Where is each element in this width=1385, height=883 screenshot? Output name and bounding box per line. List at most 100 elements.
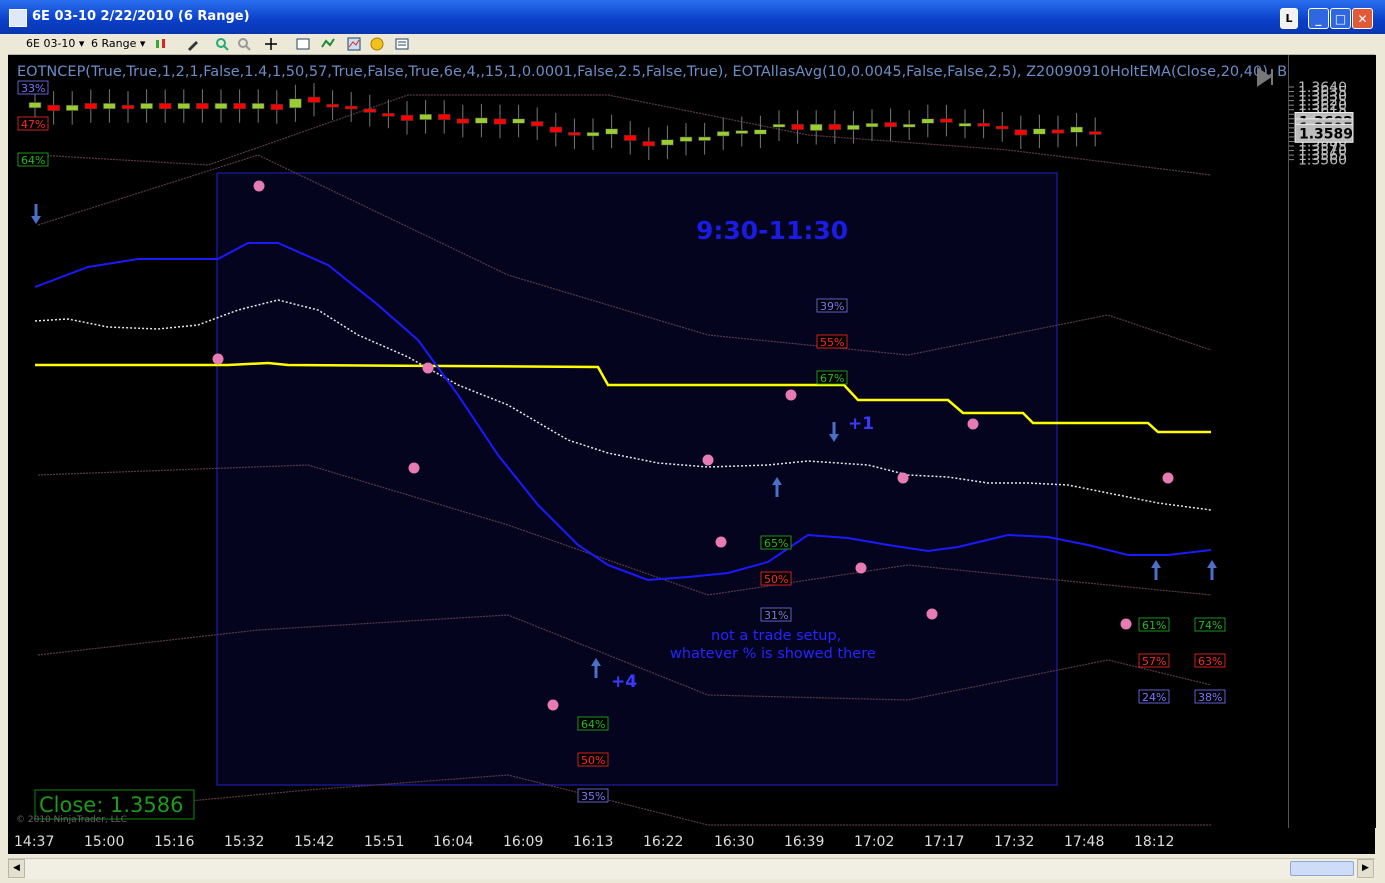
drawing-pencil-icon[interactable] <box>186 37 200 51</box>
up-arrow-icon <box>1151 560 1161 580</box>
pivot-dot <box>1120 618 1132 630</box>
time-tick-label: 18:12 <box>1134 834 1174 850</box>
pivot-dot <box>967 418 979 430</box>
horizontal-scrollbar[interactable]: ◀ ▶ <box>8 858 1375 879</box>
down-candle <box>995 125 1009 130</box>
down-candle <box>977 123 990 127</box>
time-tick-label: 16:30 <box>714 834 754 850</box>
down-candle <box>233 103 246 110</box>
plus-four-label: +4 <box>611 672 637 692</box>
pivot-dot <box>926 608 938 620</box>
down-candle <box>1014 129 1028 136</box>
probability-badge-label: 64% <box>581 718 605 731</box>
crosshair-icon[interactable] <box>264 37 278 51</box>
down-candle <box>363 108 377 113</box>
time-tick-label: 16:22 <box>643 834 683 850</box>
up-candle <box>1033 128 1046 135</box>
down-candle <box>642 141 656 147</box>
probability-badge-label: 50% <box>581 754 605 767</box>
down-candle <box>121 104 135 110</box>
indicator-legend: EOTNCEP(True,True,1,2,1,False,1.4,1,50,5… <box>17 64 1288 80</box>
probability-badge-label: 74% <box>1198 619 1222 632</box>
interval-selector[interactable]: 6 Range ▾ <box>91 36 145 52</box>
down-candle <box>400 114 414 121</box>
down-candle <box>1051 129 1065 134</box>
properties-icon[interactable] <box>296 37 310 51</box>
probability-badge-label: 33% <box>21 82 45 95</box>
time-tick-label: 17:17 <box>924 834 964 850</box>
close-button[interactable]: ✕ <box>1352 8 1373 29</box>
probability-badge-label: 31% <box>764 609 788 622</box>
up-candle <box>103 103 116 110</box>
zoom-in-icon[interactable] <box>215 37 229 51</box>
scroll-right-button[interactable]: ▶ <box>1357 859 1374 878</box>
zoom-out-icon[interactable] <box>237 37 251 51</box>
time-tick-label: 15:42 <box>294 834 334 850</box>
time-tick-label: 14:37 <box>14 834 54 850</box>
down-candle <box>828 123 842 130</box>
maximize-button[interactable]: □ <box>1330 8 1351 29</box>
strategy-icon[interactable] <box>321 37 335 51</box>
up-candle <box>419 113 432 120</box>
time-tick-label: 16:39 <box>784 834 824 850</box>
up-arrow-icon <box>1207 560 1217 580</box>
down-candle <box>84 103 98 110</box>
pivot-dot <box>1162 472 1174 484</box>
coin-icon[interactable] <box>370 37 384 51</box>
probability-badge-label: 50% <box>764 573 788 586</box>
up-candle <box>512 118 525 124</box>
pivot-dot <box>785 389 797 401</box>
chart-panel[interactable]: 33% 47% 64% 39% 55% 67% 65% 50% 31% 64% 50% 35% 61% 5… <box>8 55 1288 828</box>
session-label: 9:30-11:30 <box>696 216 848 245</box>
scroll-thumb[interactable] <box>1290 861 1354 876</box>
up-candle <box>921 118 935 124</box>
l-button[interactable]: L <box>1280 8 1298 29</box>
time-tick-label: 17:32 <box>994 834 1034 850</box>
scroll-left-button[interactable]: ◀ <box>8 859 25 878</box>
probability-badge-label: 61% <box>1142 619 1166 632</box>
time-tick-label: 17:02 <box>854 834 894 850</box>
down-candle <box>884 122 897 128</box>
time-tick-label: 15:16 <box>154 834 194 850</box>
instrument-selector[interactable]: 6E 03-10 ▾ <box>26 36 84 52</box>
down-candle <box>47 104 60 111</box>
up-candle <box>140 103 153 110</box>
down-candle <box>456 118 470 124</box>
time-tick-label: 17:48 <box>1064 834 1104 850</box>
up-candle <box>605 128 618 135</box>
down-candle <box>307 96 321 103</box>
probability-badge-label: 35% <box>581 790 605 803</box>
candlestick-style-icon[interactable] <box>154 37 168 51</box>
session-box <box>216 172 1058 786</box>
up-candle <box>214 103 228 110</box>
up-candle <box>661 139 674 146</box>
pivot-dot <box>702 454 714 466</box>
up-candle <box>865 123 879 128</box>
up-candle <box>809 123 823 131</box>
up-candle <box>958 123 972 127</box>
down-candle <box>623 134 637 141</box>
plus-one-label: +1 <box>848 414 874 434</box>
copyright: © 2010 NinjaTrader, LLC <box>16 815 127 825</box>
down-candle <box>158 103 172 110</box>
up-candle <box>586 132 600 137</box>
indicators-icon[interactable] <box>347 37 361 51</box>
probability-badge-label: 38% <box>1198 691 1222 704</box>
time-tick-label: 15:32 <box>224 834 264 850</box>
down-candle <box>791 123 804 130</box>
data-box-icon[interactable] <box>395 37 409 51</box>
price-axis: 1.36401.36351.36301.36251.36201.36151.36… <box>1288 55 1376 828</box>
minimize-button[interactable]: _ <box>1308 8 1329 29</box>
pivot-dot <box>212 353 224 365</box>
down-candle <box>270 103 284 110</box>
price-tick-label: 1.3560 <box>1298 153 1347 169</box>
window-title: 6E 03-10 2/22/2010 (6 Range) <box>32 9 250 24</box>
up-candle <box>698 136 711 141</box>
pivot-dot <box>547 699 559 711</box>
down-candle <box>568 132 581 136</box>
price-chart[interactable]: 33% 47% 64% 39% 55% 67% 65% 50% 31% 64% 50% 35% 61% 5… <box>8 55 1288 828</box>
probability-badge-label: 63% <box>1198 655 1222 668</box>
probability-badge-label: 67% <box>820 372 844 385</box>
chart-toolbar: 6E 03-10 ▾ 6 Range ▾ <box>8 34 1375 55</box>
note-line-1: not a trade setup, <box>711 628 841 644</box>
